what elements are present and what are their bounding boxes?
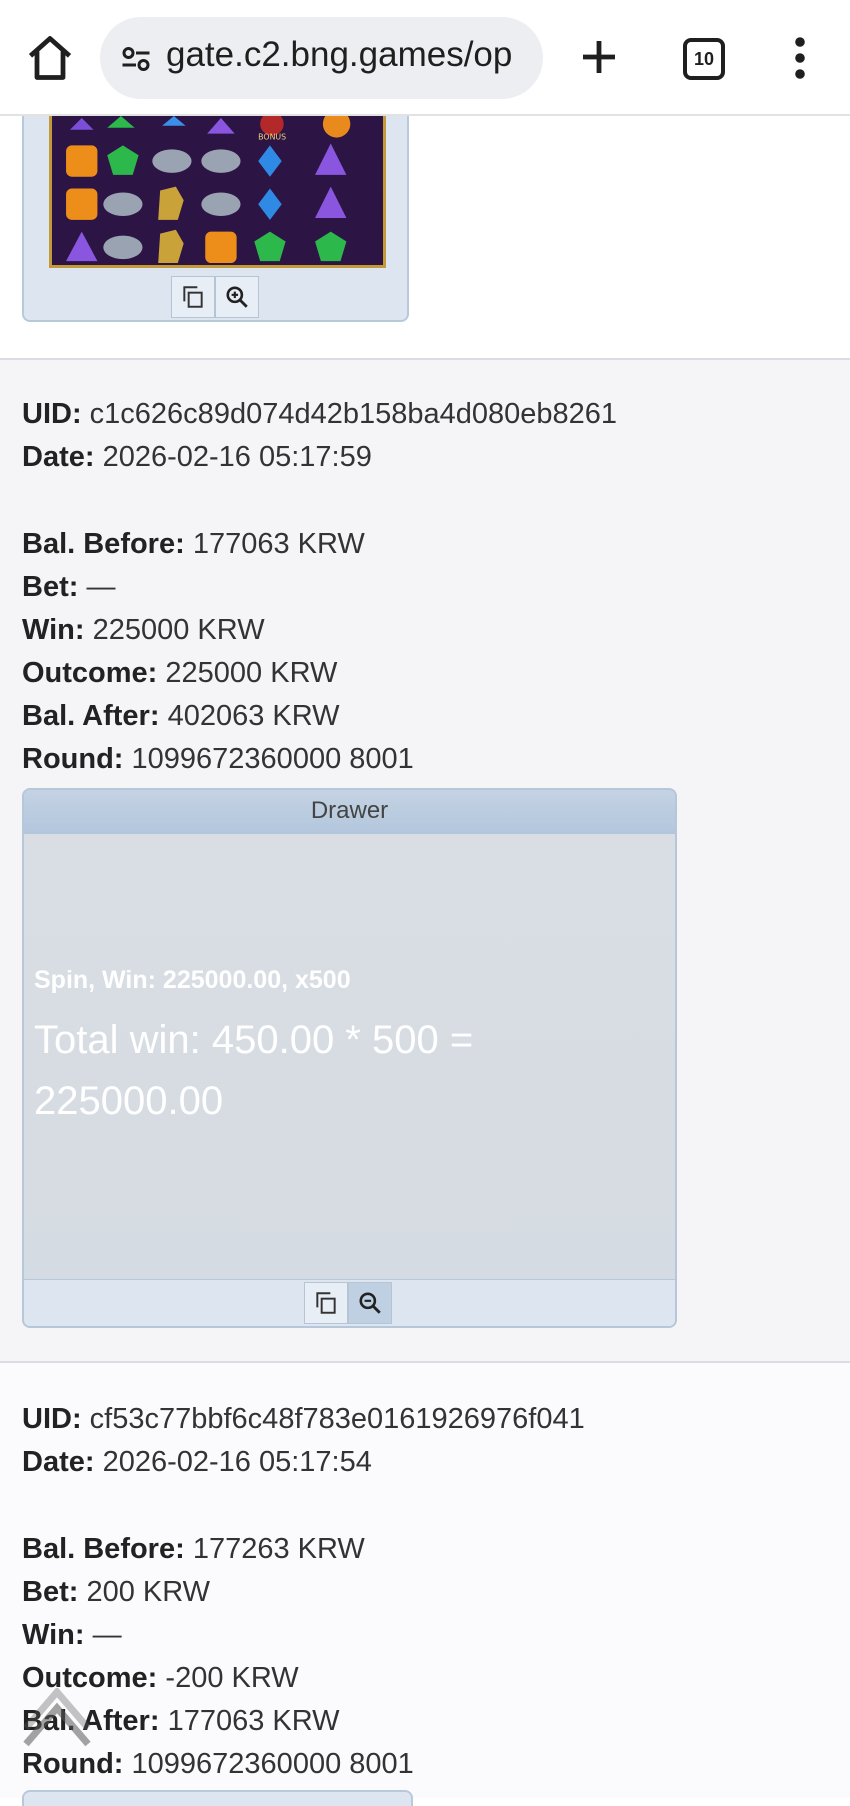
- win-value: —: [92, 1619, 122, 1651]
- copy-button[interactable]: [171, 276, 215, 318]
- site-settings-icon[interactable]: [118, 41, 154, 77]
- bet-field: Bet: 200 KRW: [22, 1576, 210, 1609]
- drawer-content: Spin, Win: 225000.00, x500 Total win: 45…: [24, 834, 675, 1282]
- uid-label: UID:: [22, 1403, 82, 1435]
- round-label: Round:: [22, 1748, 124, 1780]
- win-value: 225000 KRW: [92, 614, 265, 646]
- uid-value: c1c626c89d074d42b158ba4d080eb8261: [89, 398, 618, 430]
- bal-after-label: Bal. After:: [22, 700, 160, 732]
- outcome-value: -200 KRW: [165, 1662, 299, 1694]
- win-field: Win: 225000 KRW: [22, 614, 265, 647]
- bal-before-value: 177263 KRW: [192, 1533, 365, 1565]
- game-screenshot-card: BONUS: [22, 116, 409, 322]
- bet-value: 200 KRW: [86, 1576, 211, 1608]
- round-label: Round:: [22, 743, 124, 775]
- bal-after-value: 402063 KRW: [167, 700, 340, 732]
- date-value: 2026-02-16 05:17:59: [102, 441, 372, 473]
- outcome-value: 225000 KRW: [165, 657, 338, 689]
- total-win-text: Total win: 450.00 * 500 = 225000.00: [34, 1018, 474, 1123]
- history-record: UID: cf53c77bbf6c48f783e0161926976f041 D…: [0, 1363, 850, 1798]
- date-field: Date: 2026-02-16 05:17:59: [22, 441, 372, 474]
- bet-value: —: [86, 571, 116, 603]
- bet-label: Bet:: [22, 571, 79, 603]
- drawer-toolbar: [24, 1279, 675, 1326]
- copy-button[interactable]: [304, 1282, 348, 1324]
- uid-value: cf53c77bbf6c48f783e0161926976f041: [89, 1403, 585, 1435]
- copy-icon: [183, 286, 203, 308]
- history-record-previous: BONUS: [0, 116, 850, 360]
- round-value: 1099672360000 8001: [131, 743, 414, 775]
- image-toolbar: [171, 276, 259, 318]
- zoom-out-button[interactable]: [348, 1282, 392, 1324]
- new-tab-icon[interactable]: [575, 33, 623, 81]
- history-record: UID: c1c626c89d074d42b158ba4d080eb8261 D…: [0, 360, 850, 1363]
- uid-field: UID: c1c626c89d074d42b158ba4d080eb8261: [22, 398, 617, 431]
- home-icon[interactable]: [24, 32, 76, 84]
- drawer-panel: Drawer Spin, Win: 225000.00, x500 Total …: [22, 788, 677, 1328]
- date-value: 2026-02-16 05:17:54: [102, 1446, 372, 1478]
- bal-before-field: Bal. Before: 177063 KRW: [22, 528, 365, 561]
- browser-toolbar: gate.c2.bng.games/op 10: [0, 0, 850, 116]
- svg-text:BONUS: BONUS: [258, 133, 286, 142]
- tab-switcher-button[interactable]: 10: [683, 38, 725, 80]
- round-field: Round: 1099672360000 8001: [22, 1748, 414, 1781]
- round-value: 1099672360000 8001: [131, 1748, 414, 1780]
- outcome-label: Outcome:: [22, 657, 158, 689]
- bal-after-value: 177063 KRW: [167, 1705, 340, 1737]
- address-bar[interactable]: gate.c2.bng.games/op: [100, 17, 543, 99]
- url-text[interactable]: gate.c2.bng.games/op: [166, 35, 526, 75]
- bal-after-field: Bal. After: 402063 KRW: [22, 700, 340, 733]
- more-menu-icon[interactable]: [786, 34, 814, 82]
- win-label: Win:: [22, 614, 85, 646]
- slot-reels-image: BONUS: [49, 116, 386, 268]
- uid-field: UID: cf53c77bbf6c48f783e0161926976f041: [22, 1403, 585, 1436]
- bal-before-field: Bal. Before: 177263 KRW: [22, 1533, 365, 1566]
- scroll-to-top-icon[interactable]: [20, 1688, 94, 1750]
- copy-icon: [316, 1292, 336, 1314]
- bet-field: Bet: —: [22, 571, 115, 604]
- zoom-out-icon: [359, 1292, 381, 1314]
- date-label: Date:: [22, 441, 95, 473]
- bet-label: Bet:: [22, 1576, 79, 1608]
- bal-before-value: 177063 KRW: [192, 528, 365, 560]
- outcome-field: Outcome: 225000 KRW: [22, 657, 337, 690]
- date-field: Date: 2026-02-16 05:17:54: [22, 1446, 372, 1479]
- win-label: Win:: [22, 1619, 85, 1651]
- bal-before-label: Bal. Before:: [22, 1533, 185, 1565]
- bal-before-label: Bal. Before:: [22, 528, 185, 560]
- drawer-tool-group: [304, 1282, 392, 1324]
- spin-win-text: Spin, Win: 225000.00, x500: [34, 966, 351, 994]
- round-field: Round: 1099672360000 8001: [22, 743, 414, 776]
- win-field: Win: —: [22, 1619, 122, 1652]
- drawer-title[interactable]: Drawer: [24, 790, 675, 835]
- zoom-in-icon: [226, 286, 248, 308]
- date-label: Date:: [22, 1446, 95, 1478]
- zoom-in-button[interactable]: [215, 276, 259, 318]
- uid-label: UID:: [22, 398, 82, 430]
- next-drawer-edge: [22, 1790, 413, 1806]
